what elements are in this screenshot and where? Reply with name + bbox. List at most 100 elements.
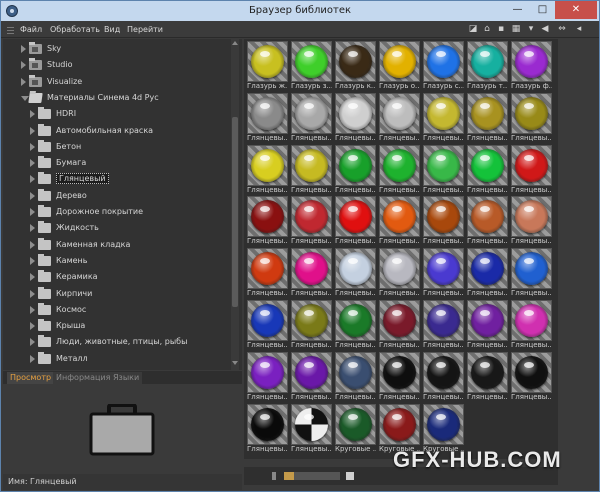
material-thumbnail[interactable]: Глянцевы... xyxy=(423,144,464,195)
layout-icon[interactable]: ▾ xyxy=(525,24,537,35)
material-thumbnail[interactable]: Глянцевы... xyxy=(467,248,508,298)
material-thumbnail[interactable]: Глянцевы... xyxy=(423,92,464,143)
material-thumbnail[interactable]: Глянцевы... xyxy=(467,92,508,143)
material-thumbnail[interactable]: Глянцевы... xyxy=(379,248,420,298)
material-thumbnail[interactable]: Глянцевы... xyxy=(291,248,332,298)
list-view-icon[interactable]: ▦ xyxy=(509,24,523,35)
material-thumbnail[interactable]: Глянцевы... xyxy=(511,196,552,246)
material-thumbnail[interactable]: Глянцевы... xyxy=(423,248,464,298)
material-thumbnail[interactable]: Глянцевы... xyxy=(247,196,288,246)
material-thumbnail[interactable]: Глянцевы... xyxy=(379,196,420,246)
material-thumbnail[interactable]: Глянцевы... xyxy=(247,248,288,298)
tree-item[interactable]: Дорожное покрытие xyxy=(3,204,231,221)
menu-file[interactable]: Файл xyxy=(20,25,42,34)
material-thumbnail[interactable]: Глянцевы... xyxy=(423,351,464,402)
tree-item[interactable]: Кирпичи xyxy=(3,286,231,303)
material-thumbnail[interactable]: Глянцевы... xyxy=(423,196,464,246)
material-thumbnail[interactable]: Глазурь т... xyxy=(467,41,508,91)
material-thumbnail[interactable]: Глянцевы... xyxy=(291,300,332,350)
material-thumbnail[interactable]: Глазурь з... xyxy=(291,41,332,91)
material-thumbnail[interactable]: Глянцевы... xyxy=(335,92,376,143)
material-thumbnail[interactable]: Глянцевы... xyxy=(379,92,420,143)
tree-item[interactable]: Керамика xyxy=(3,269,231,286)
material-thumbnail[interactable]: Глянцевы... xyxy=(379,351,420,402)
expand-arrow-icon[interactable] xyxy=(21,77,26,86)
material-thumbnail[interactable]: Глянцевы... xyxy=(247,144,288,195)
close-button[interactable]: ✕ xyxy=(555,1,597,19)
expand-arrow-icon[interactable] xyxy=(30,338,35,347)
tree-item[interactable]: Дерево xyxy=(3,188,231,205)
material-thumbnail[interactable]: Круговые ... xyxy=(335,403,376,454)
tab-info[interactable]: Информация xyxy=(53,372,114,384)
material-thumbnail[interactable]: Глянцевы... xyxy=(247,300,288,350)
expand-arrow-icon[interactable] xyxy=(30,305,35,314)
zoom-out-icon[interactable] xyxy=(272,472,276,480)
expand-arrow-icon[interactable] xyxy=(30,159,35,168)
zoom-slider[interactable] xyxy=(284,472,340,480)
material-thumbnail[interactable]: Глазурь ф... xyxy=(511,41,552,91)
material-thumbnail[interactable]: Глянцевы... xyxy=(511,248,552,298)
tree-item[interactable]: Бетон xyxy=(3,139,231,156)
link-icon[interactable]: ⇔ xyxy=(555,24,569,35)
material-thumbnail[interactable]: Глазурь о... xyxy=(379,41,420,91)
material-thumbnail[interactable]: Глянцевы... xyxy=(335,144,376,195)
expand-arrow-icon[interactable] xyxy=(30,110,35,119)
expand-arrow-icon[interactable] xyxy=(30,126,35,135)
material-thumbnail[interactable]: Глянцевы... xyxy=(247,403,288,454)
tree-item[interactable]: Металл xyxy=(3,351,231,368)
thumbnails-view-icon[interactable]: ◪ xyxy=(467,24,479,35)
tree-item[interactable]: Visualize xyxy=(3,74,231,91)
material-thumbnail[interactable]: Глянцевы... xyxy=(467,300,508,350)
material-thumbnail[interactable]: Глазурь ж... xyxy=(247,41,288,91)
material-thumbnail[interactable]: Глянцевы... xyxy=(511,351,552,402)
tree-item[interactable]: Люди, животные, птицы, рыбы xyxy=(3,334,231,351)
material-thumbnail[interactable]: Глянцевы... xyxy=(467,351,508,402)
tree-item[interactable]: Studio xyxy=(3,57,231,74)
expand-arrow-icon[interactable] xyxy=(30,289,35,298)
material-thumbnail[interactable]: Глазурь к... xyxy=(335,41,376,91)
material-thumbnail[interactable]: Глянцевы... xyxy=(379,144,420,195)
material-thumbnail[interactable]: Глянцевы... xyxy=(511,92,552,143)
scroll-up-icon[interactable] xyxy=(232,41,238,45)
expand-arrow-icon[interactable] xyxy=(30,354,35,363)
tree-item[interactable]: Бумага xyxy=(3,155,231,172)
expand-arrow-icon[interactable] xyxy=(21,45,26,53)
material-thumbnail[interactable]: Глазурь с... xyxy=(423,41,464,91)
home-icon[interactable]: ⌂ xyxy=(481,24,493,35)
menu-process[interactable]: Обработать xyxy=(50,25,100,34)
zoom-in-icon[interactable] xyxy=(346,472,354,480)
material-thumbnail[interactable]: Глянцевы... xyxy=(467,196,508,246)
material-thumbnail[interactable]: Глянцевы... xyxy=(511,144,552,195)
material-thumbnail[interactable]: Глянцевы... xyxy=(291,92,332,143)
tree-item[interactable]: Автомобильная краска xyxy=(3,123,231,140)
expand-arrow-icon[interactable] xyxy=(30,175,35,184)
material-thumbnail[interactable]: Глянцевы... xyxy=(335,300,376,350)
menu-go[interactable]: Перейти xyxy=(127,25,163,34)
material-thumbnail[interactable]: Глянцевы... xyxy=(511,300,552,350)
material-thumbnail[interactable]: Глянцевы... xyxy=(423,300,464,350)
tab-languages[interactable]: Языки xyxy=(110,372,143,384)
expand-arrow-icon[interactable] xyxy=(30,142,35,151)
expand-arrow-icon[interactable] xyxy=(30,240,35,249)
tree-item[interactable]: Жидкость xyxy=(3,220,231,237)
tree-item[interactable]: Sky xyxy=(3,41,231,58)
tree-item[interactable]: Каменная кладка xyxy=(3,237,231,254)
minimize-button[interactable]: — xyxy=(505,1,530,19)
tab-preview[interactable]: Просмотр xyxy=(7,372,55,384)
tree-item[interactable]: Космос xyxy=(3,302,231,319)
material-thumbnail[interactable]: Глянцевы... xyxy=(467,144,508,195)
material-thumbnail[interactable]: Глянцевы... xyxy=(247,92,288,143)
maximize-button[interactable]: □ xyxy=(530,1,555,19)
material-thumbnail[interactable]: Глянцевы... xyxy=(335,351,376,402)
material-thumbnail[interactable]: Глянцевы... xyxy=(291,351,332,402)
material-thumbnail[interactable]: Глянцевы... xyxy=(291,196,332,246)
scroll-thumb[interactable] xyxy=(232,117,238,307)
material-thumbnail[interactable]: Глянцевы... xyxy=(247,351,288,402)
expand-arrow-icon[interactable] xyxy=(30,322,35,331)
tree-scrollbar[interactable] xyxy=(231,39,239,370)
material-thumbnail[interactable]: Глянцевы... xyxy=(379,300,420,350)
material-thumbnail[interactable]: Глянцевы... xyxy=(291,144,332,195)
tree-item[interactable]: Материалы Синема 4d Рус xyxy=(3,90,231,107)
tree-item[interactable]: Глянцевый xyxy=(3,171,231,188)
expand-arrow-icon[interactable] xyxy=(30,256,35,265)
